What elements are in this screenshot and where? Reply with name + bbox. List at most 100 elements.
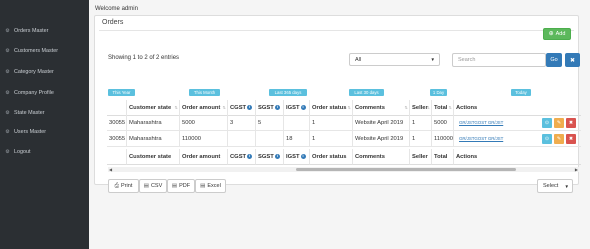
close-icon: ✖ — [569, 57, 576, 64]
info-icon[interactable]: i — [274, 154, 280, 159]
sidebar-item-logout[interactable]: ⚙ Logout — [0, 146, 89, 158]
view-button[interactable]: ⊙ — [542, 118, 552, 128]
search-input[interactable]: Search — [452, 53, 546, 67]
entries-info: Showing 1 to 2 of 2 entries — [108, 55, 180, 61]
panel-title: Orders — [102, 19, 124, 26]
filter-this-month[interactable]: This Month — [189, 89, 220, 96]
column-header-label: Actions — [456, 104, 478, 111]
print-icon: ⎙ — [114, 182, 120, 189]
column-footer-actions: Actions — [453, 149, 581, 165]
column-header-cgst[interactable]: CGST i — [227, 100, 255, 116]
cell-cgst — [227, 131, 255, 147]
main-content: Welcome admin Orders ⊕ Add Showing 1 to … — [89, 0, 590, 249]
page-length-select[interactable]: Select ▼ — [537, 179, 573, 193]
sidebar-item-company-profile[interactable]: ⚙ Company Profile — [0, 87, 89, 99]
go-button[interactable]: Go — [546, 53, 562, 67]
column-footer-sgst: SGST i — [255, 149, 283, 165]
sort-icon: ⇅ — [222, 105, 226, 110]
file-icon: ▤ — [200, 183, 206, 189]
view-button[interactable]: ⊙ — [542, 134, 552, 144]
table-row: 30055 Maharashtra 110000 18 1 Website Ap… — [107, 131, 581, 147]
sidebar-item-label: Logout — [14, 149, 31, 155]
sidebar-item-label: Orders Master — [14, 28, 49, 34]
cell-seller: 1 — [409, 115, 431, 131]
sidebar-item-users-master[interactable]: ⚙ Users Master — [0, 126, 89, 138]
add-button[interactable]: ⊕ Add — [543, 28, 571, 40]
info-icon[interactable]: i — [300, 105, 306, 110]
table-header-row: Customer state ⇅ Order amount ⇅ CGST i SGST… — [107, 100, 581, 116]
csv-button[interactable]: ▤ CSV — [139, 179, 167, 193]
sidebar-item-category-master[interactable]: ⚙ Category Master — [0, 66, 89, 78]
pdf-button[interactable]: ▤ PDF — [167, 179, 195, 193]
cell-comments: Website April 2019 — [352, 115, 409, 131]
column-header-seller[interactable]: Seller ⇅ — [409, 100, 431, 116]
edit-button[interactable]: ✎ — [554, 134, 564, 144]
filter-last-30-days[interactable]: Last 30 days — [349, 89, 384, 96]
gear-icon: ⚙ — [5, 128, 10, 135]
column-header-customer-state[interactable]: Customer state ⇅ — [126, 100, 179, 116]
sort-icon: ⇅ — [347, 105, 351, 110]
clear-search-button[interactable]: ✖ — [565, 53, 580, 67]
filter-last-365-days[interactable]: Last 365 days — [269, 89, 307, 96]
gear-icon: ⚙ — [5, 109, 10, 116]
delete-button[interactable]: ✖ — [566, 118, 576, 128]
column-header-label: Order amount — [182, 104, 221, 111]
cell-state: Maharashtra — [126, 131, 179, 147]
filter-select[interactable]: All ▼ — [349, 53, 440, 66]
sidebar-item-state-master[interactable]: ⚙ State Master — [0, 107, 89, 119]
column-footer-id — [107, 149, 126, 165]
filter-today[interactable]: Today — [511, 89, 531, 96]
print-button[interactable]: ⎙ Print — [108, 179, 139, 193]
page-length-value: Select — [543, 183, 559, 189]
cell-igst: 18 — [283, 131, 309, 147]
column-header-label: Comments — [355, 104, 385, 111]
info-icon[interactable]: i — [300, 154, 306, 159]
cell-status: 1 — [309, 115, 352, 131]
column-header-label: SGST — [258, 104, 274, 111]
column-header-igst[interactable]: IGST i — [283, 100, 309, 116]
chevron-down-icon: ▼ — [564, 184, 569, 189]
column-header-comments[interactable]: Comments ⇅ — [352, 100, 409, 116]
gear-icon: ⚙ — [5, 27, 10, 34]
cell-actions: GR/JSTGOST GR/JST ⊙ ✎ ✖ — [453, 131, 581, 147]
column-header-total[interactable]: Total ⇅ — [431, 100, 453, 116]
sidebar-item-customers-master[interactable]: ⚙ Customers Master — [0, 45, 89, 57]
excel-button[interactable]: ▤ Excel — [195, 179, 226, 193]
scrollbar-thumb[interactable] — [296, 168, 516, 171]
column-header-label: IGST — [286, 104, 300, 111]
scroll-left-icon[interactable]: ◀ — [109, 167, 112, 172]
print-label: Print — [121, 183, 133, 189]
cell-status: 1 — [309, 131, 352, 147]
plus-icon: ⊕ — [548, 31, 554, 37]
column-footer-comments: Comments — [352, 149, 409, 165]
cell-actions: GR/JSTGOST GR/JST ⊙ ✎ ✖ — [453, 115, 581, 131]
column-header-actions: Actions — [453, 100, 581, 116]
horizontal-scrollbar[interactable]: ◀ ▶ — [108, 167, 579, 172]
column-header-order-amount[interactable]: Order amount ⇅ — [179, 100, 227, 116]
cell-total: 5000 — [431, 115, 453, 131]
info-icon[interactable]: i — [247, 105, 253, 110]
cell-id: 30055 — [107, 131, 126, 147]
filter-1-day[interactable]: 1 Day — [430, 89, 447, 96]
invoice-links[interactable]: GR/JSTGOST GR/JST — [459, 136, 503, 141]
edit-button[interactable]: ✎ — [554, 118, 564, 128]
info-icon[interactable]: i — [274, 105, 280, 110]
sidebar-item-orders-master[interactable]: ⚙ Orders Master — [0, 25, 89, 37]
column-header-label: Order status — [312, 104, 347, 111]
filter-this-year[interactable]: This Year — [108, 89, 135, 96]
panel-divider — [99, 30, 574, 31]
invoice-links[interactable]: GR/JSTGOST GR/JST — [459, 120, 503, 125]
column-footer-seller: Seller — [409, 149, 431, 165]
column-header-label: CGST — [230, 104, 247, 111]
column-header-sgst[interactable]: SGST i — [255, 100, 283, 116]
sort-icon: ⇅ — [174, 105, 178, 110]
delete-button[interactable]: ✖ — [566, 134, 576, 144]
column-header-id[interactable] — [107, 100, 126, 116]
file-icon: ▤ — [143, 183, 149, 189]
add-button-label: Add — [555, 31, 566, 37]
column-footer-label: IGST — [286, 153, 300, 160]
info-icon[interactable]: i — [247, 154, 253, 159]
column-header-order-status[interactable]: Order status ⇅ — [309, 100, 352, 116]
cell-state: Maharashtra — [126, 115, 179, 131]
scroll-right-icon[interactable]: ▶ — [575, 167, 578, 172]
